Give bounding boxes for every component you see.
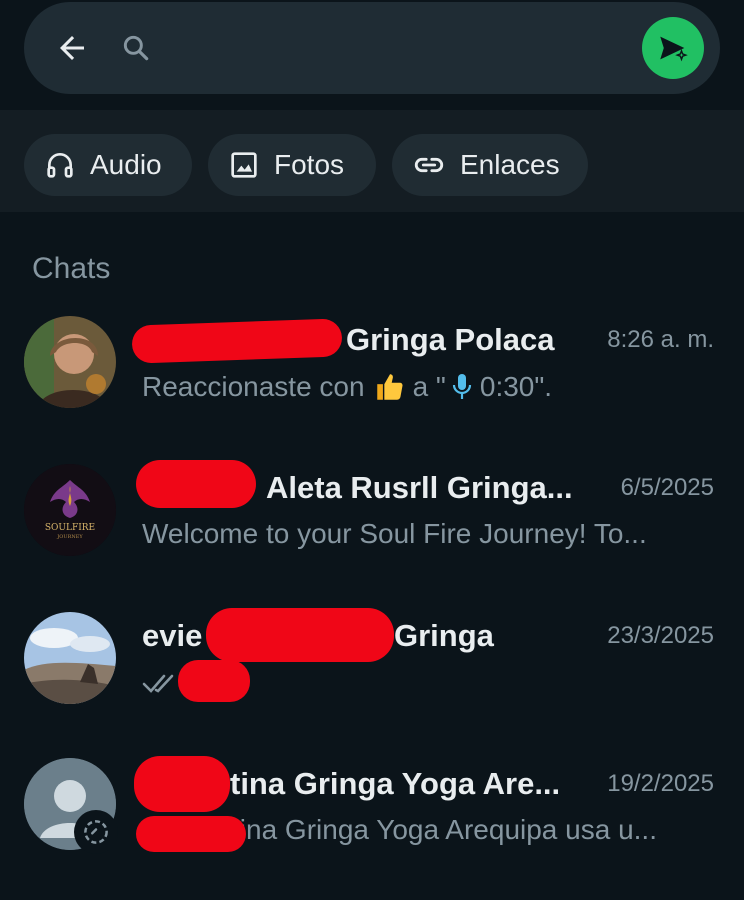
preview-text: a " (412, 371, 446, 402)
chat-time: 8:26 a. m. (607, 326, 714, 353)
chat-row[interactable]: SOULFIRE JOURNEY Aleta Rusrll Gringa... … (0, 448, 744, 578)
search-input[interactable] (166, 26, 626, 70)
thumbs-up-icon (376, 374, 403, 400)
avatar[interactable] (24, 316, 116, 408)
back-arrow-icon[interactable] (54, 30, 90, 66)
chat-name: tina Gringa Yoga Are... (230, 766, 561, 801)
chat-row[interactable]: tina Gringa Yoga Are... 19/2/2025 tina G… (0, 744, 744, 874)
filter-chip-enlaces[interactable]: Enlaces (392, 134, 588, 196)
link-icon (414, 157, 444, 173)
preview-text: Reaccionaste con (142, 371, 365, 402)
redaction-mark (131, 318, 343, 364)
double-check-icon (142, 674, 174, 693)
image-icon (231, 152, 257, 178)
redaction-mark (136, 460, 256, 508)
soulfire-logo: SOULFIRE JOURNEY (24, 464, 116, 556)
chat-preview: Welcome to your Soul Fire Journey! To... (142, 518, 647, 549)
search-icon (123, 35, 149, 61)
redaction-mark (134, 756, 230, 812)
preview-text: 0:30". (479, 371, 553, 402)
redaction-mark (206, 608, 394, 662)
chat-row[interactable]: evie Gringa 23/3/2025 (0, 596, 744, 726)
chat-name: Gringa Polaca (346, 322, 555, 357)
chat-time: 6/5/2025 (620, 474, 714, 501)
filter-chip-label: Audio (90, 149, 162, 180)
filter-bar: Audio Fotos Enlaces (0, 110, 744, 212)
filter-chip-audio[interactable]: Audio (24, 134, 192, 196)
chat-preview: tina Gringa Yoga Arequipa usa u... (232, 814, 657, 845)
chat-name: Aleta Rusrll Gringa... (266, 470, 573, 505)
avatar-photo (24, 612, 116, 704)
chat-preview: Reaccionaste con a " 0:30". (142, 370, 552, 404)
status-ring-icon (74, 810, 118, 854)
avatar[interactable] (24, 612, 116, 704)
headphones-icon (47, 153, 73, 178)
chat-name: Gringa (394, 618, 494, 653)
send-sparkle-icon (660, 36, 688, 62)
chat-name: evie (142, 618, 203, 653)
microphone-icon (452, 374, 471, 399)
filter-chip-fotos[interactable]: Fotos (208, 134, 376, 196)
section-title: Chats (32, 252, 111, 285)
filter-chip-label: Fotos (274, 149, 345, 180)
svg-text:SOULFIRE: SOULFIRE (45, 523, 95, 533)
search-bar (24, 2, 720, 94)
avatar[interactable] (24, 758, 118, 854)
chat-row[interactable]: Gringa Polaca 8:26 a. m. Reaccionaste co… (0, 300, 744, 430)
filter-chip-label: Enlaces (460, 149, 560, 180)
chat-time: 23/3/2025 (607, 622, 714, 649)
redaction-mark (136, 816, 246, 852)
svg-text:JOURNEY: JOURNEY (56, 534, 83, 540)
avatar[interactable]: SOULFIRE JOURNEY (24, 464, 116, 556)
redaction-mark (178, 660, 250, 702)
meta-ai-button[interactable] (642, 17, 704, 79)
chat-time: 19/2/2025 (607, 770, 714, 797)
avatar-photo (24, 316, 116, 408)
